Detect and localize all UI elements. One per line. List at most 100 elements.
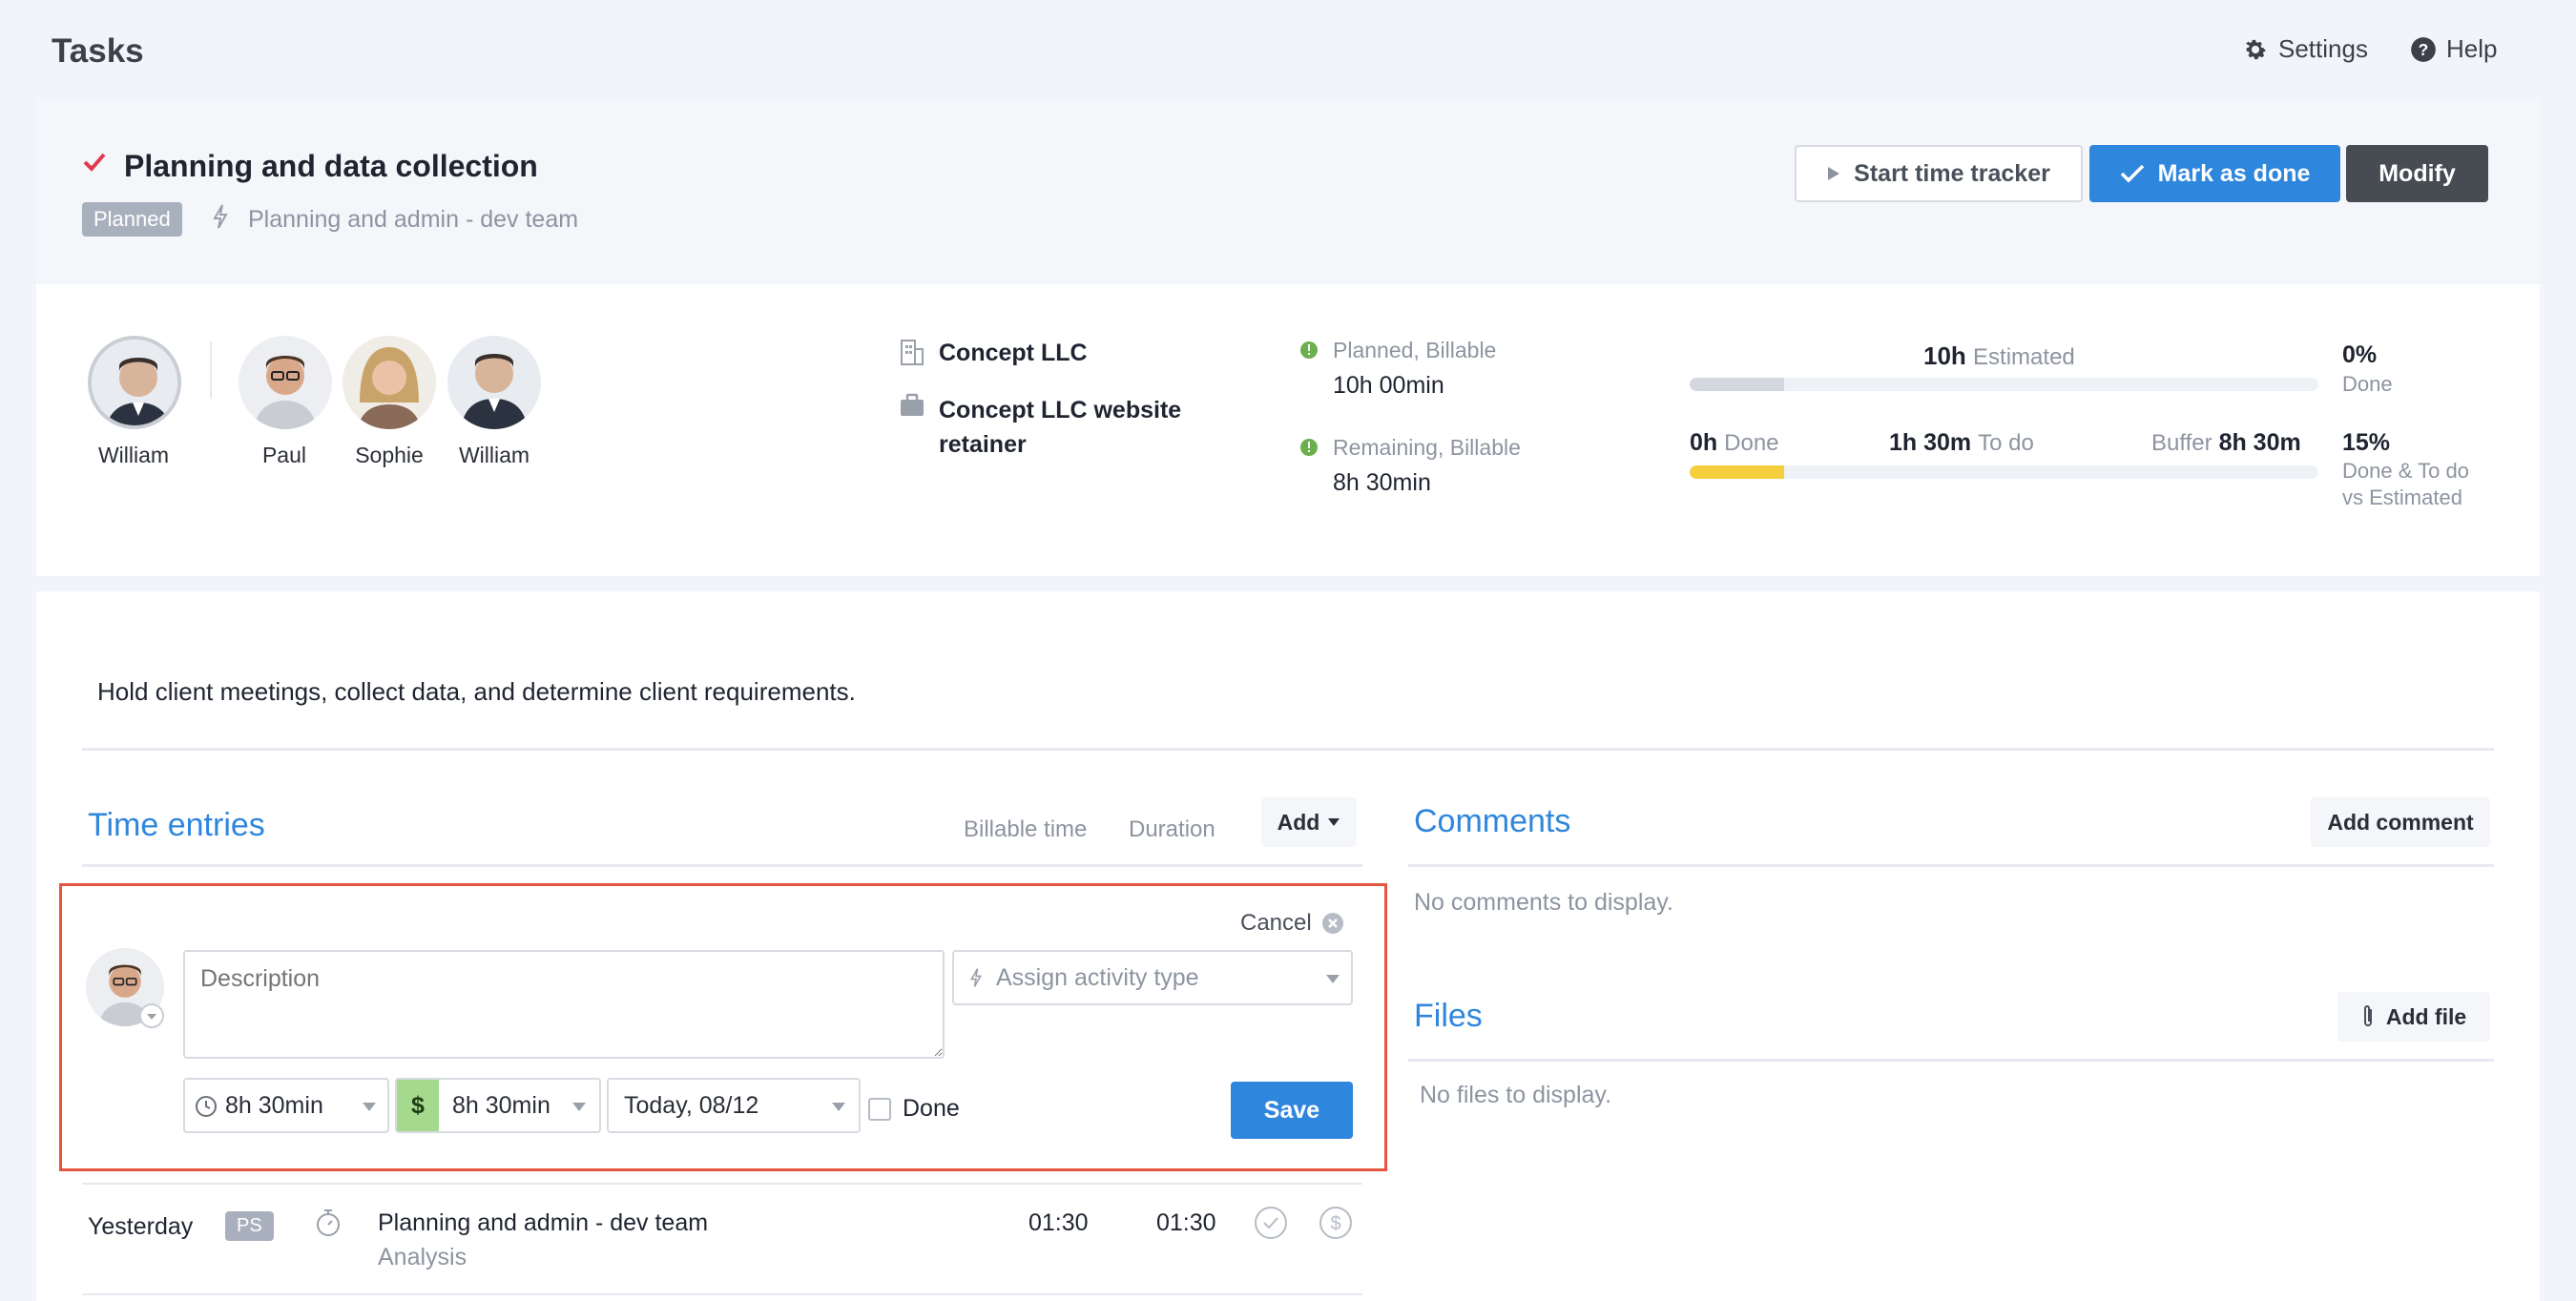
chevron-down-icon [363,1103,376,1111]
done-checkbox[interactable] [868,1097,891,1121]
done-checkbox-label: Done [903,1095,960,1122]
status-badge: Planned [82,202,182,237]
save-button[interactable]: Save [1231,1082,1353,1139]
duration-value: 8h 30min [225,1091,323,1119]
add-file-label: Add file [2385,1003,2467,1029]
estimated-summary: 10h Estimated [1923,341,2075,371]
avatar-divider [210,341,212,399]
remaining-value: 8h 30min [1333,469,1431,496]
task-activity: Planning and admin - dev team [248,206,579,233]
estimated-label: Estimated [1973,344,2075,370]
files-empty-text: No files to display. [1420,1082,1612,1108]
assignee-name: William [458,443,530,467]
files-divider [1408,1059,2494,1062]
buffer-summary: Buffer 8h 30m [2151,429,2301,457]
owner-name: William [97,443,170,467]
help-link[interactable]: ? Help [2410,34,2497,64]
assignee-avatar[interactable] [447,336,541,429]
check-icon [2120,164,2144,183]
date-value: Today, 08/12 [624,1091,759,1119]
add-file-button[interactable]: Add file [2337,992,2490,1042]
date-select[interactable]: Today, 08/12 [607,1078,861,1133]
row-divider [82,1183,1362,1185]
files-title: Files [1414,998,1483,1034]
dollar-circle-icon[interactable]: $ [1319,1206,1353,1240]
briefcase-icon [901,393,924,416]
owner-avatar[interactable] [88,336,181,429]
percent-total-label: Done & To do vs Estimated [2342,458,2469,511]
check-circle-icon[interactable] [1254,1206,1288,1240]
task-check-icon [83,153,106,172]
percent-done-value: 0% [2342,341,2378,368]
billable-duration-select[interactable]: $ 8h 30min [395,1078,601,1133]
billable-toggle[interactable]: $ [397,1080,439,1131]
project-name-line2: retainer [939,431,1027,458]
project-name[interactable]: Concept LLC website retainer [939,393,1181,462]
svg-text:?: ? [2419,39,2429,58]
percent-total-value: 15% [2342,429,2391,456]
planned-value: 10h 00min [1333,372,1444,399]
todo-summary: 1h 30m To do [1889,429,2034,457]
done-value: 0h [1690,429,1718,456]
entry-title[interactable]: Planning and admin - dev team [378,1209,708,1237]
modify-button[interactable]: Modify [2346,145,2488,202]
duration-select[interactable]: 8h 30min [183,1078,389,1133]
percent-total-label-line2: vs Estimated [2342,485,2462,509]
cancel-link[interactable]: Cancel [1240,910,1344,937]
gear-icon [2246,39,2266,59]
cancel-label: Cancel [1240,910,1312,936]
estimated-progress-bar [1690,378,2318,391]
help-label: Help [2446,34,2498,63]
billable-time-column-header[interactable]: Billable time [964,816,1087,843]
person-photo-icon [239,336,332,429]
play-icon [1828,167,1840,180]
user-dropdown-icon[interactable] [139,1003,164,1028]
estimated-progress-fill [1690,378,1784,391]
entry-billable-time: 01:30 [1028,1209,1089,1236]
help-icon: ? [2411,36,2436,62]
buffer-label: Buffer [2151,430,2212,456]
activity-type-select[interactable]: Assign activity type [952,950,1353,1005]
done-todo-progress-bar [1690,465,2318,479]
assignee-name: Paul [261,443,307,467]
time-entries-divider [82,864,1362,867]
lightning-icon [213,204,228,229]
svg-text:$: $ [1330,1213,1340,1234]
percent-total-label-line1: Done & To do [2342,459,2469,483]
person-photo-icon [447,336,541,429]
clock-icon [196,1096,217,1117]
assignee-name: Sophie [355,443,424,467]
settings-link[interactable]: Settings [2242,34,2368,64]
entry-date: Yesterday [88,1213,194,1240]
chevron-down-icon [572,1103,586,1111]
billable-duration-value: 8h 30min [452,1091,551,1119]
percent-done-label: Done [2342,372,2393,396]
client-company[interactable]: Concept LLC [939,340,1088,367]
close-circle-icon [1321,913,1343,934]
assignee-avatar[interactable] [343,336,436,429]
entry-user-badge: PS [225,1211,274,1241]
done-checkbox-group[interactable]: Done [868,1095,960,1123]
assignee-avatar[interactable] [239,336,332,429]
add-comment-button[interactable]: Add comment [2311,797,2490,847]
task-description: Hold client meetings, collect data, and … [97,677,856,706]
start-time-tracker-button[interactable]: Start time tracker [1795,145,2083,202]
chevron-down-icon [1326,975,1340,983]
todo-value: 1h 30m [1889,429,1972,456]
todo-label: To do [1978,430,2034,456]
duration-column-header[interactable]: Duration [1129,816,1215,843]
entry-subtitle: Analysis [378,1244,467,1270]
mark-as-done-button[interactable]: Mark as done [2089,145,2340,202]
add-time-entry-button[interactable]: Add [1261,797,1357,847]
info-dot-icon [1300,341,1318,359]
estimated-value: 10h [1923,341,1966,370]
description-input[interactable] [183,950,945,1059]
entry-duration: 01:30 [1156,1209,1216,1236]
done-label: Done [1724,430,1779,456]
comments-divider [1408,864,2494,867]
person-photo-icon [343,336,436,429]
done-todo-progress-fill [1690,465,1784,479]
done-summary: 0h Done [1690,429,1779,457]
lightning-icon [969,968,983,987]
settings-label: Settings [2278,34,2368,63]
